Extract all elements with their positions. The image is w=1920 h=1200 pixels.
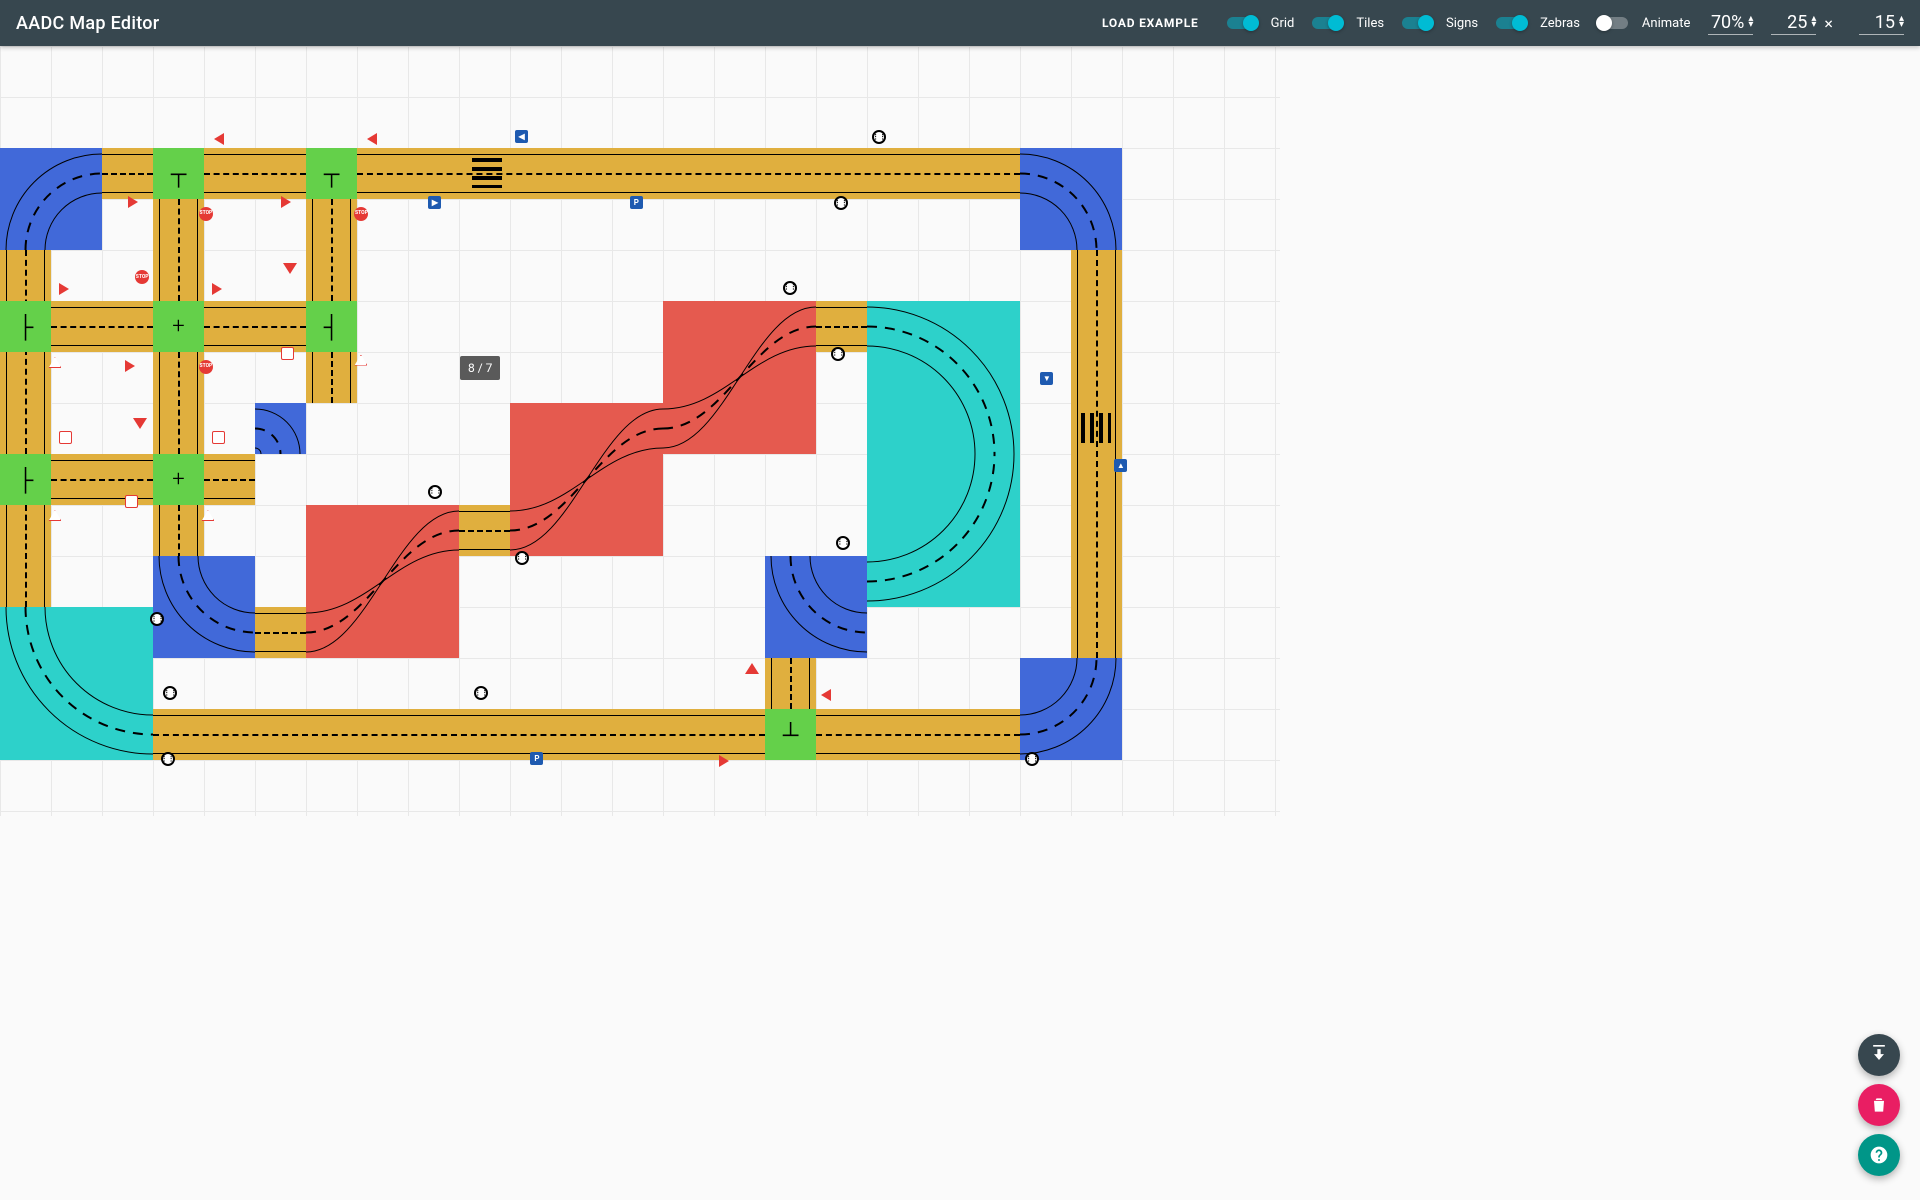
- map-grid[interactable]: ┬┬ ├├+┤+: [0, 46, 1280, 816]
- traffic-sign[interactable]: ⋮⋮: [428, 485, 442, 499]
- load-example-button[interactable]: LOAD EXAMPLE: [1092, 10, 1209, 36]
- toggle-animate-label: Animate: [1642, 16, 1690, 31]
- toggle-zebras[interactable]: Zebras: [1496, 16, 1580, 31]
- traffic-sign[interactable]: [59, 431, 72, 444]
- zoom-control[interactable]: 70% ▴▾: [1708, 12, 1753, 35]
- traffic-sign[interactable]: [367, 133, 377, 145]
- map-tile[interactable]: [0, 607, 153, 760]
- help-button[interactable]: [1858, 1134, 1900, 1176]
- toggle-tiles[interactable]: Tiles: [1312, 16, 1384, 31]
- traffic-sign[interactable]: ◀: [515, 130, 528, 143]
- map-tile[interactable]: [51, 454, 153, 505]
- map-tile[interactable]: [510, 403, 663, 556]
- traffic-sign[interactable]: ⋮⋮: [836, 536, 850, 550]
- map-tile[interactable]: [306, 352, 357, 403]
- map-tile[interactable]: [0, 148, 102, 250]
- map-tile[interactable]: [0, 250, 51, 454]
- traffic-sign[interactable]: ⋮⋮: [474, 686, 488, 700]
- map-tile[interactable]: [255, 607, 306, 658]
- traffic-sign[interactable]: ⋮⋮: [163, 686, 177, 700]
- traffic-sign[interactable]: [745, 663, 759, 674]
- traffic-sign[interactable]: [214, 133, 224, 145]
- map-tile[interactable]: [765, 658, 816, 709]
- download-icon: [1869, 1045, 1889, 1065]
- traffic-sign[interactable]: [125, 360, 135, 372]
- map-tile[interactable]: [306, 505, 459, 658]
- map-tile[interactable]: [204, 148, 306, 199]
- cursor-readout: 8 / 7: [460, 356, 500, 380]
- cols-value: 25: [1771, 12, 1807, 33]
- traffic-sign[interactable]: ▼: [1040, 372, 1053, 385]
- rows-step-down-icon[interactable]: ▾: [1899, 22, 1904, 28]
- map-tile[interactable]: [1020, 148, 1122, 250]
- map-tile[interactable]: [816, 301, 867, 352]
- map-tile[interactable]: [1071, 250, 1122, 658]
- toggle-zebras-label: Zebras: [1540, 16, 1580, 31]
- map-tile[interactable]: [204, 454, 255, 505]
- traffic-sign[interactable]: STOP: [135, 270, 149, 284]
- clear-button[interactable]: [1858, 1084, 1900, 1126]
- help-icon: [1869, 1145, 1889, 1165]
- map-tile[interactable]: [663, 301, 816, 454]
- toggle-signs-label: Signs: [1446, 16, 1478, 31]
- map-tile[interactable]: [153, 556, 255, 658]
- app-title: AADC Map Editor: [16, 13, 159, 34]
- map-tile[interactable]: [153, 199, 204, 301]
- map-tile[interactable]: [816, 709, 1020, 760]
- dimension-times: ×: [1824, 14, 1833, 33]
- traffic-sign[interactable]: [821, 689, 831, 701]
- traffic-sign[interactable]: [212, 283, 222, 295]
- traffic-sign[interactable]: ⋮⋮: [872, 130, 886, 144]
- map-tile[interactable]: [867, 454, 1020, 607]
- map-tile[interactable]: [153, 352, 204, 454]
- toggle-tiles-label: Tiles: [1356, 16, 1384, 31]
- download-button[interactable]: [1858, 1034, 1900, 1076]
- trash-icon: [1869, 1095, 1889, 1115]
- map-tile[interactable]: [357, 148, 1020, 199]
- map-tile[interactable]: [51, 301, 153, 352]
- map-tile[interactable]: [1020, 658, 1122, 760]
- toggle-grid-label: Grid: [1271, 16, 1295, 31]
- zoom-step-down-icon[interactable]: ▾: [1748, 22, 1753, 28]
- traffic-sign[interactable]: [283, 263, 297, 274]
- map-tile[interactable]: [867, 301, 1020, 454]
- rows-value: 15: [1859, 12, 1895, 33]
- traffic-sign[interactable]: [212, 431, 225, 444]
- map-tile[interactable]: [255, 403, 306, 454]
- map-tile[interactable]: [102, 148, 153, 199]
- map-tile[interactable]: [153, 709, 765, 760]
- zoom-value: 70%: [1708, 12, 1744, 33]
- rows-control[interactable]: 15 ▴▾: [1859, 12, 1904, 35]
- map-workspace[interactable]: ┬┬ ├├+┤+: [0, 46, 1920, 1200]
- map-tile[interactable]: [204, 301, 306, 352]
- map-tile[interactable]: [765, 556, 867, 658]
- topbar: AADC Map Editor LOAD EXAMPLE Grid Tiles …: [0, 0, 1920, 46]
- toggle-grid[interactable]: Grid: [1227, 16, 1295, 31]
- map-tile[interactable]: [0, 505, 51, 607]
- toggle-signs[interactable]: Signs: [1402, 16, 1478, 31]
- map-tile[interactable]: [459, 505, 510, 556]
- map-tile[interactable]: [306, 199, 357, 301]
- traffic-sign[interactable]: ⋮⋮: [783, 281, 797, 295]
- traffic-sign[interactable]: [59, 283, 69, 295]
- cols-step-down-icon[interactable]: ▾: [1811, 22, 1816, 28]
- cols-control[interactable]: 25 ▴▾: [1771, 12, 1816, 35]
- traffic-sign[interactable]: [133, 418, 147, 429]
- toggle-animate[interactable]: Animate: [1598, 16, 1690, 31]
